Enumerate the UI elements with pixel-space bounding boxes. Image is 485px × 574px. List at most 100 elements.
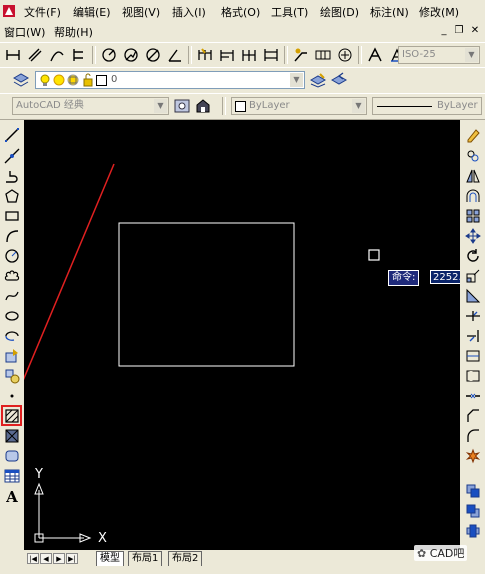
- spline-icon[interactable]: [3, 287, 21, 305]
- status-strip: [0, 566, 485, 574]
- ordinate-dim-icon[interactable]: [70, 46, 88, 64]
- dim-space-icon[interactable]: [262, 46, 280, 64]
- unlock-icon: [81, 73, 95, 87]
- make-layer-current-icon[interactable]: [309, 71, 327, 89]
- hatch-highlight-box: [1, 405, 22, 426]
- tab-layout2[interactable]: 布局2: [168, 551, 203, 567]
- restore-icon[interactable]: ❐: [452, 25, 466, 37]
- construction-line-icon[interactable]: [3, 147, 21, 165]
- jogged-dim-icon[interactable]: [122, 46, 140, 64]
- gradient-icon[interactable]: [3, 427, 21, 445]
- prev-tab-icon[interactable]: ◀: [40, 553, 52, 564]
- app-icon[interactable]: [2, 4, 16, 18]
- polygon-icon[interactable]: [3, 187, 21, 205]
- tolerance-icon[interactable]: [314, 46, 332, 64]
- break-at-point-icon[interactable]: [464, 347, 482, 365]
- stretch-icon[interactable]: [464, 287, 482, 305]
- circle-icon[interactable]: [3, 247, 21, 265]
- color-dropdown[interactable]: ByLayer ▼: [231, 97, 367, 115]
- fillet-icon[interactable]: [464, 427, 482, 445]
- workspace-dropdown[interactable]: AutoCAD 经典 ▼: [12, 97, 169, 115]
- menu-file[interactable]: 文件(F): [24, 4, 61, 20]
- mirror-icon[interactable]: [464, 167, 482, 185]
- menu-window[interactable]: 窗口(W): [4, 24, 45, 40]
- diameter-dim-icon[interactable]: [144, 46, 162, 64]
- menu-edit[interactable]: 编辑(E): [73, 4, 111, 20]
- offset-icon[interactable]: [464, 187, 482, 205]
- color-value: ByLayer: [249, 100, 290, 111]
- radius-dim-icon[interactable]: [100, 46, 118, 64]
- polyline-icon[interactable]: [3, 167, 21, 185]
- extend-icon[interactable]: [464, 327, 482, 345]
- insert-block-icon[interactable]: [3, 347, 21, 365]
- array-icon[interactable]: [464, 207, 482, 225]
- pickbox-cursor: [368, 249, 380, 261]
- viewport-freeze-icon: [66, 73, 80, 87]
- revision-cloud-icon[interactable]: [3, 267, 21, 285]
- menu-tools[interactable]: 工具(T): [271, 4, 308, 20]
- linetype-preview: [377, 106, 432, 107]
- arc-length-icon[interactable]: [48, 46, 66, 64]
- arc-icon[interactable]: [3, 227, 21, 245]
- layer-dropdown[interactable]: 0 ▼: [35, 71, 305, 89]
- menu-help[interactable]: 帮助(H): [54, 24, 93, 40]
- bulb-icon: [38, 73, 52, 87]
- layer-previous-icon[interactable]: [330, 71, 348, 89]
- chamfer-icon[interactable]: [464, 407, 482, 425]
- dimension-toolbar: ISO-25 ▼: [0, 42, 485, 68]
- ellipse-icon[interactable]: [3, 307, 21, 325]
- join-icon[interactable]: [464, 387, 482, 405]
- make-block-icon[interactable]: [3, 367, 21, 385]
- dim-edit-icon[interactable]: [366, 46, 384, 64]
- break-icon[interactable]: [464, 367, 482, 385]
- draworder-back-icon[interactable]: [464, 502, 482, 520]
- tab-model[interactable]: 模型: [96, 551, 124, 567]
- copy-icon[interactable]: [464, 147, 482, 165]
- aligned-dim-icon[interactable]: [26, 46, 44, 64]
- baseline-dim-icon[interactable]: [218, 46, 236, 64]
- rotate-icon[interactable]: [464, 247, 482, 265]
- explode-icon[interactable]: [464, 447, 482, 465]
- menu-view[interactable]: 视图(V): [122, 4, 160, 20]
- trim-icon[interactable]: [464, 307, 482, 325]
- angular-dim-icon[interactable]: [166, 46, 184, 64]
- linetype-dropdown[interactable]: ByLayer: [372, 97, 482, 115]
- draworder-above-icon[interactable]: [464, 522, 482, 540]
- workspace-settings-icon[interactable]: [173, 97, 191, 115]
- line-icon[interactable]: [3, 126, 21, 144]
- dimstyle-dropdown[interactable]: ISO-25 ▼: [398, 46, 480, 64]
- erase-icon[interactable]: [464, 126, 482, 144]
- menu-modify[interactable]: 修改(M): [419, 4, 459, 20]
- rectangle-icon[interactable]: [3, 207, 21, 225]
- linear-dim-icon[interactable]: [4, 46, 22, 64]
- properties-toolbar: AutoCAD 经典 ▼ ByLayer ▼ ByLayer: [0, 93, 485, 120]
- scale-icon[interactable]: [464, 267, 482, 285]
- quick-leader-icon[interactable]: [292, 46, 310, 64]
- color-swatch: [235, 101, 246, 112]
- last-tab-icon[interactable]: ▶|: [66, 553, 78, 564]
- close-icon[interactable]: ✕: [468, 25, 482, 37]
- next-tab-icon[interactable]: ▶: [53, 553, 65, 564]
- color-swatch: [96, 75, 107, 86]
- ellipse-arc-icon[interactable]: [3, 327, 21, 345]
- table-icon[interactable]: [3, 467, 21, 485]
- multiline-text-icon[interactable]: A: [3, 488, 21, 506]
- minimize-icon[interactable]: _: [437, 25, 451, 37]
- menu-dimension[interactable]: 标注(N): [370, 4, 409, 20]
- layer-manager-icon[interactable]: [12, 71, 30, 89]
- point-icon[interactable]: [3, 387, 21, 405]
- drawing-canvas[interactable]: Y X: [24, 120, 460, 550]
- menu-insert[interactable]: 插入(I): [172, 4, 206, 20]
- continue-dim-icon[interactable]: [240, 46, 258, 64]
- layout-tabs-bar: |◀ ◀ ▶ ▶| 模型 布局1 布局2: [24, 550, 460, 567]
- menu-format[interactable]: 格式(O): [221, 4, 260, 20]
- first-tab-icon[interactable]: |◀: [27, 553, 39, 564]
- draworder-front-icon[interactable]: [464, 482, 482, 500]
- quick-dim-icon[interactable]: [196, 46, 214, 64]
- move-icon[interactable]: [464, 227, 482, 245]
- region-icon[interactable]: [3, 447, 21, 465]
- tab-layout1[interactable]: 布局1: [128, 551, 163, 567]
- center-mark-icon[interactable]: [336, 46, 354, 64]
- menu-draw[interactable]: 绘图(D): [320, 4, 359, 20]
- save-workspace-icon[interactable]: [194, 97, 212, 115]
